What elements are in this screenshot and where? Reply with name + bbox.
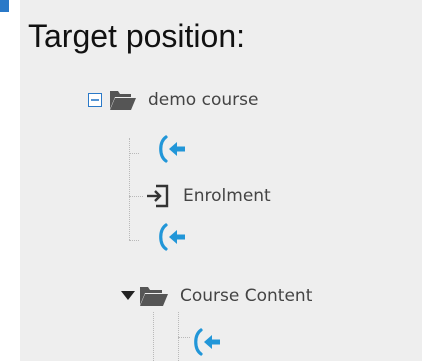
folder-open-icon bbox=[109, 89, 137, 111]
left-edge-strip bbox=[0, 0, 14, 361]
tree-connector bbox=[153, 312, 154, 361]
minus-box-icon[interactable] bbox=[88, 93, 102, 107]
tree-node-label: Course Content bbox=[180, 286, 313, 306]
tree-connector bbox=[129, 196, 143, 197]
tree-connector bbox=[178, 337, 190, 338]
edge-accent bbox=[0, 0, 9, 12]
move-here-arrow-icon bbox=[192, 327, 222, 357]
tree-connector bbox=[129, 153, 139, 154]
tree-node-enrolment[interactable]: Enrolment bbox=[145, 184, 271, 208]
tree-node-label: Enrolment bbox=[183, 186, 271, 206]
move-here-arrow-icon bbox=[157, 222, 187, 252]
tree-connector bbox=[129, 240, 139, 241]
tree-node-label: demo course bbox=[148, 90, 259, 110]
tree-node-course-content[interactable]: Course Content bbox=[121, 285, 312, 307]
tree-node-demo-course[interactable]: demo course bbox=[88, 89, 258, 111]
page-title: Target position: bbox=[28, 18, 246, 54]
folder-open-icon bbox=[139, 285, 169, 307]
move-target-2[interactable] bbox=[157, 222, 187, 252]
login-box-icon bbox=[145, 184, 169, 208]
caret-down-icon[interactable] bbox=[121, 291, 135, 301]
move-target-3[interactable] bbox=[192, 327, 222, 357]
move-target-1[interactable] bbox=[157, 134, 187, 164]
move-here-arrow-icon bbox=[157, 134, 187, 164]
